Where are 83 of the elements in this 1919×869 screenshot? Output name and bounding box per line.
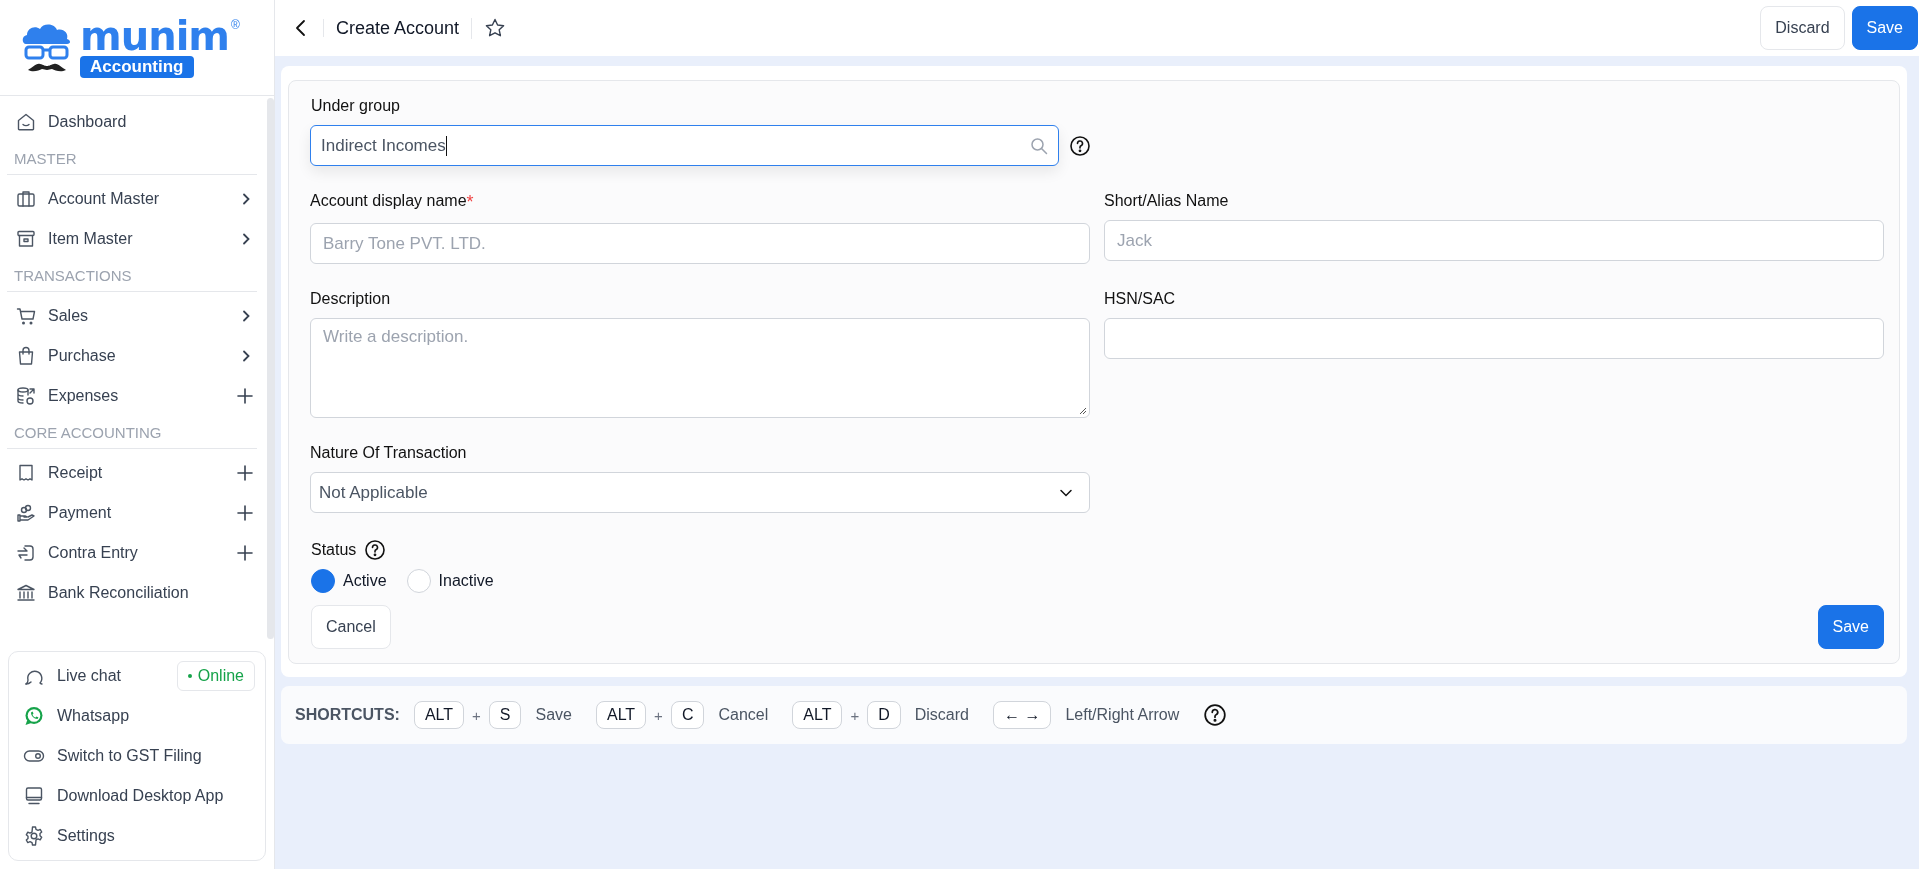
bank-icon [16, 583, 36, 603]
field-label: Account display name [310, 192, 467, 211]
sidebar-item[interactable]: Account Master [0, 179, 267, 219]
help-icon[interactable] [364, 539, 387, 561]
field-label: Under group [311, 97, 400, 114]
plus-sign: + [654, 706, 663, 724]
whatsapp-icon [23, 705, 45, 727]
field-label: HSN/SAC [1104, 290, 1176, 308]
plus-icon [237, 545, 253, 561]
key-cap: ALT [792, 701, 843, 729]
sidebar-item[interactable]: Dashboard [0, 102, 267, 142]
hand-icon [16, 503, 36, 523]
home-icon [16, 112, 36, 132]
scrollbar[interactable] [267, 98, 274, 639]
text-field[interactable]: Jack [1104, 220, 1884, 261]
field-label: Description [310, 290, 391, 308]
monitor-icon [23, 785, 45, 807]
help-icon[interactable] [1203, 703, 1228, 727]
sidebar-item[interactable]: Purchase [0, 336, 267, 376]
coins-icon [16, 386, 36, 406]
resize-handle-icon[interactable] [1079, 407, 1087, 415]
sidebar-item[interactable]: Receipt [0, 453, 267, 493]
plus-icon [237, 505, 253, 521]
section-heading: TRANSACTIONS [14, 267, 132, 284]
plus-sign: + [850, 706, 860, 724]
sidebar-item[interactable]: Payment [0, 493, 267, 533]
radio-label[interactable]: Inactive [438, 572, 494, 590]
section-heading: MASTER [14, 150, 77, 167]
support-link[interactable]: Whatsapp [23, 705, 130, 727]
back-icon[interactable] [293, 19, 324, 37]
key-cap: D [867, 701, 901, 729]
sidebar-item[interactable]: Bank Reconciliation [0, 573, 267, 613]
support-link[interactable]: Download Desktop App [23, 785, 224, 807]
page-title: Create Account [324, 17, 473, 39]
text-field[interactable] [1104, 318, 1884, 359]
section-heading: CORE ACCOUNTING [14, 424, 162, 441]
key-cap: ALT [413, 701, 465, 729]
key-cap: C [670, 701, 705, 729]
required-mark: * [466, 192, 474, 213]
exit-icon [16, 543, 36, 563]
discard-button[interactable]: Discard [1760, 6, 1845, 50]
sidebar-item[interactable]: Sales [0, 296, 267, 336]
shortcut-action: Discard [914, 706, 969, 724]
field-label: Short/Alias Name [1104, 192, 1229, 210]
dropdown-field[interactable]: Not Applicable [310, 472, 1090, 513]
shortcut-action: Cancel [718, 706, 769, 724]
radio-button[interactable] [311, 569, 335, 593]
search-icon [1030, 136, 1048, 155]
save-button[interactable]: Save [1851, 6, 1918, 50]
under-group-search-field[interactable]: Indirect Incomes [310, 125, 1059, 166]
logo-badge: Accounting [80, 55, 194, 78]
plus-icon [237, 388, 253, 404]
archive-icon [16, 229, 36, 249]
plus-icon [237, 465, 253, 481]
plus-sign: + [472, 706, 481, 724]
sidebar-item[interactable]: Contra Entry [0, 533, 267, 573]
cart-icon [16, 306, 36, 326]
logo-name: munim [80, 17, 230, 54]
support-link[interactable]: Switch to GST Filing [23, 745, 202, 767]
support-link[interactable]: Live chat [23, 665, 122, 687]
online-badge: Online [176, 661, 255, 691]
help-icon[interactable] [1069, 134, 1091, 157]
bag-icon [16, 346, 36, 366]
support-link[interactable]: Settings [23, 825, 115, 847]
shortcuts-heading: SHORTCUTS: [295, 706, 400, 724]
sidebar-item[interactable]: Item Master [0, 219, 267, 259]
field-label: Nature Of Transaction [310, 444, 467, 462]
key-cap: S [488, 701, 522, 729]
star-icon[interactable] [484, 17, 507, 39]
radio-label[interactable]: Active [343, 572, 387, 590]
briefcase-icon [16, 189, 36, 209]
cancel-button[interactable]: Cancel [311, 605, 391, 649]
key-cap: ← → [992, 701, 1052, 729]
shortcut-action: Left/Right Arrow [1065, 706, 1180, 724]
gear-icon [23, 825, 45, 847]
receipt-icon [16, 463, 36, 483]
key-cap: ALT [595, 701, 647, 729]
sidebar-item[interactable]: Expenses [0, 376, 267, 416]
text-field[interactable]: Barry Tone PVT. LTD. [310, 223, 1090, 264]
save-button[interactable]: Save [1817, 605, 1884, 649]
field-label: Status [311, 541, 357, 559]
shortcut-action: Save [535, 706, 572, 724]
registered-mark: ® [231, 17, 240, 32]
